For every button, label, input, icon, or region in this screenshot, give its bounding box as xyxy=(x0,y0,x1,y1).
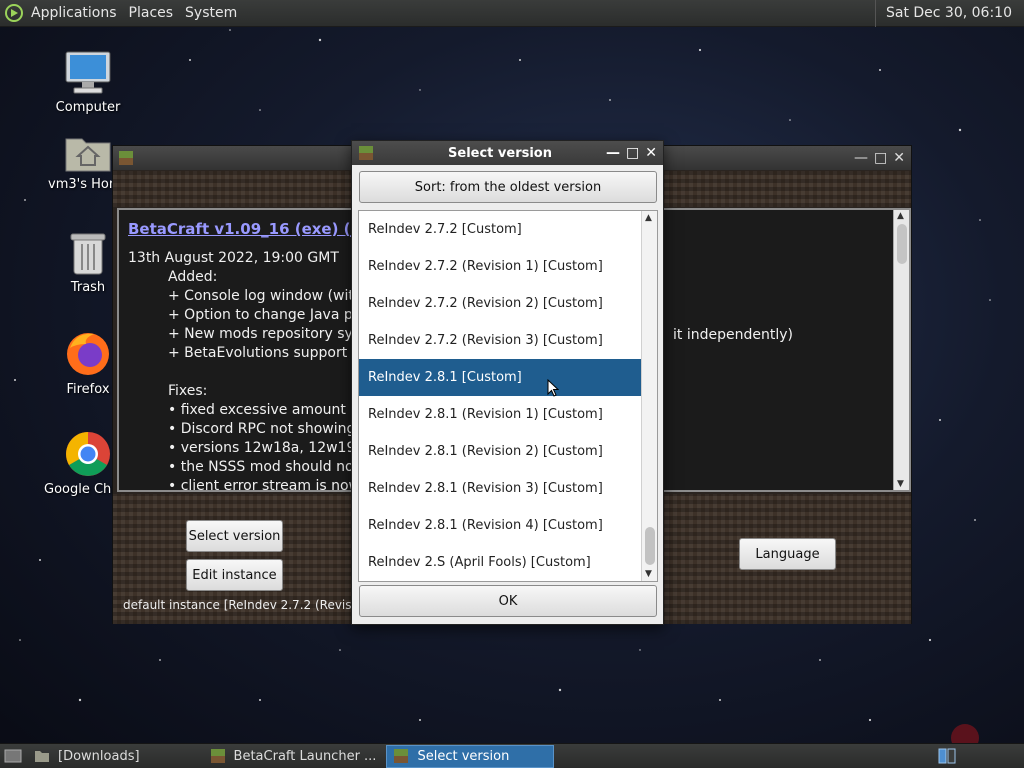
select-version-dialog: Select version — □ ✕ Sort: from the olde… xyxy=(351,140,664,625)
firefox-icon xyxy=(67,333,109,375)
betacraft-app-icon xyxy=(119,151,133,165)
menu-system[interactable]: System xyxy=(185,5,237,21)
instance-status: default instance [ReIndev 2.7.2 (Revisio xyxy=(123,598,363,612)
maximize-icon[interactable]: □ xyxy=(874,150,887,166)
edit-instance-button[interactable]: Edit instance xyxy=(186,559,283,591)
show-desktop-icon[interactable] xyxy=(4,748,22,764)
scroll-up-icon[interactable]: ▲ xyxy=(645,213,652,223)
version-list-item[interactable]: ReIndev 2.8.1 (Revision 3) [Custom] xyxy=(359,470,643,507)
sort-order-button[interactable]: Sort: from the oldest version xyxy=(359,171,657,203)
betacraft-app-icon xyxy=(359,146,373,160)
bottom-taskbar: [Downloads] BetaCraft Launcher ... Selec… xyxy=(0,743,1024,768)
version-list-item[interactable]: ReIndev 2.8.1 (Revision 1) [Custom] xyxy=(359,396,643,433)
version-list-item[interactable]: ReIndev 2.S (April Fools) [Custom] xyxy=(359,544,643,581)
ok-button[interactable]: OK xyxy=(359,585,657,617)
clock[interactable]: Sat Dec 30, 06:10 xyxy=(874,0,1024,27)
task-label: BetaCraft Launcher ... xyxy=(233,748,377,764)
version-list-item[interactable]: ReIndev 2.7.2 (Revision 3) [Custom] xyxy=(359,322,643,359)
scroll-down-icon[interactable]: ▼ xyxy=(645,569,652,579)
workspace-switcher-icon[interactable] xyxy=(938,748,956,764)
computer-icon xyxy=(65,51,111,94)
scroll-up-icon[interactable]: ▲ xyxy=(897,211,904,221)
task-label: Select version xyxy=(417,748,510,764)
select-version-button[interactable]: Select version xyxy=(186,520,283,552)
betacraft-app-icon xyxy=(394,749,409,763)
dialog-title: Select version xyxy=(448,145,552,161)
task-betacraft-launcher[interactable]: BetaCraft Launcher ... xyxy=(204,745,383,768)
trash-icon xyxy=(70,233,106,275)
system-logo-icon[interactable] xyxy=(5,4,23,22)
changelog-scrollbar[interactable]: ▲ ▼ xyxy=(893,210,909,490)
menu-places[interactable]: Places xyxy=(129,5,174,21)
scrollbar-thumb[interactable] xyxy=(645,527,655,565)
close-icon[interactable]: ✕ xyxy=(645,145,657,161)
chrome-icon xyxy=(66,432,110,476)
version-list-item[interactable]: ReIndev 2.8.1 (Revision 4) [Custom] xyxy=(359,507,643,544)
desktop-icon-label: Computer xyxy=(55,100,121,115)
version-list-item[interactable]: ReIndev 2.7.2 (Revision 1) [Custom] xyxy=(359,248,643,285)
task-select-version[interactable]: Select version xyxy=(386,744,555,768)
language-button[interactable]: Language xyxy=(739,538,836,570)
version-list-item[interactable]: ReIndev 2.7.2 [Custom] xyxy=(359,211,643,248)
mouse-cursor-icon xyxy=(547,379,559,397)
menu-applications[interactable]: Applications xyxy=(31,5,117,21)
version-list: ReIndev 2.7.2 [Custom] ReIndev 2.7.2 (Re… xyxy=(358,210,658,582)
task-downloads[interactable]: [Downloads] xyxy=(28,745,146,768)
minimize-icon[interactable]: — xyxy=(854,150,868,166)
folder-icon xyxy=(35,751,49,762)
top-panel: Applications Places System Sat Dec 30, 0… xyxy=(0,0,1024,27)
dialog-titlebar[interactable]: Select version — □ ✕ xyxy=(352,141,663,165)
version-list-item-selected[interactable]: ReIndev 2.8.1 [Custom] xyxy=(359,359,643,396)
maximize-icon[interactable]: □ xyxy=(626,145,639,161)
version-list-item[interactable]: ReIndev 2.8.1 (Revision 2) [Custom] xyxy=(359,433,643,470)
version-list-item[interactable]: ReIndev 2.7.2 (Revision 2) [Custom] xyxy=(359,285,643,322)
home-folder-icon xyxy=(65,138,111,172)
scrollbar-thumb[interactable] xyxy=(897,224,907,264)
close-icon[interactable]: ✕ xyxy=(893,150,905,166)
betacraft-app-icon xyxy=(210,749,225,763)
minimize-icon[interactable]: — xyxy=(606,145,620,161)
task-label: [Downloads] xyxy=(58,748,140,764)
changelog-line-fragment: it independently) xyxy=(673,327,793,343)
scroll-down-icon[interactable]: ▼ xyxy=(897,479,904,489)
version-list-scrollbar[interactable]: ▲ ▼ xyxy=(641,211,657,581)
desktop-icon-computer[interactable]: Computer xyxy=(38,50,138,115)
